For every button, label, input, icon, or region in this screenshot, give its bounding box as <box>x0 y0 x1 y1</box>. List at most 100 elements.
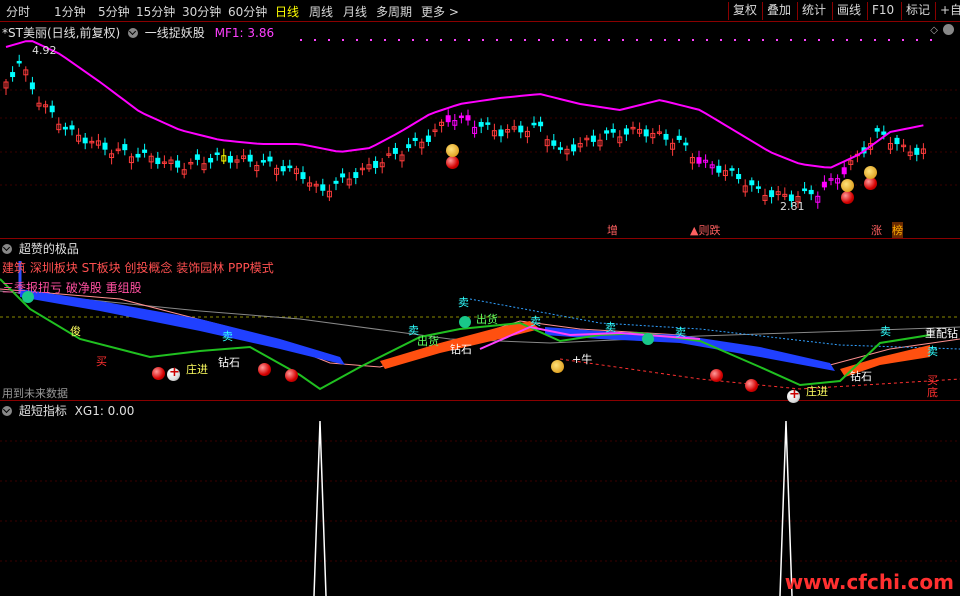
candle-body <box>894 137 900 145</box>
signal-sell: 卖 <box>222 330 233 343</box>
candle-body <box>194 154 200 160</box>
coin-icon <box>841 179 854 192</box>
signal-ball <box>258 363 271 376</box>
candle-body <box>10 72 16 78</box>
candle-body <box>122 144 128 151</box>
spike-line <box>313 420 327 596</box>
signal-niu: +牛 <box>572 353 593 366</box>
future-data-note: 用到未来数据 <box>2 387 68 400</box>
coin-icon <box>446 144 459 157</box>
draw-line-button[interactable]: 画线 <box>832 2 865 20</box>
dropdown-circle-icon[interactable] <box>2 244 12 254</box>
candle-body <box>227 155 233 163</box>
signal-chu: 出货 <box>417 335 439 348</box>
candle-body <box>874 128 880 132</box>
indicator-panel-jipin[interactable]: 超赞的极品 建筑 深圳板块 ST板块 创投概念 装饰园林 PPP模式 三季报扭亏… <box>0 239 960 403</box>
candle-body <box>485 122 491 125</box>
fuquan-button[interactable]: 复权 <box>728 2 761 20</box>
signal-stone: 钻石 <box>218 356 240 369</box>
tag-zeng: 增 <box>607 224 618 237</box>
candle-body <box>696 157 702 164</box>
dropdown-circle-icon[interactable] <box>127 28 138 38</box>
candle-body <box>881 131 887 135</box>
candle-body <box>373 160 379 168</box>
chevron-right-icon: > <box>448 5 459 19</box>
tab-multi-period[interactable]: 多周期 <box>376 3 412 20</box>
tab-30min[interactable]: 30分钟 <box>182 3 221 20</box>
dropdown-circle-icon[interactable] <box>2 406 12 416</box>
overlay-button[interactable]: 叠加 <box>762 2 795 20</box>
candle-body <box>538 121 544 127</box>
signal-ball <box>841 191 854 204</box>
candle-body <box>755 186 761 189</box>
indicator-panel-chaoduan[interactable]: 超短指标 XG1: 0.00 www.cfchi.com <box>0 401 960 596</box>
candle-body <box>551 140 557 146</box>
signal-ball <box>745 379 758 392</box>
tab-daily[interactable]: 日线 <box>275 3 299 20</box>
candle-body <box>841 167 847 175</box>
candle-body <box>663 133 669 140</box>
red-dashed <box>559 358 960 390</box>
concept-line: 建筑 深圳板块 ST板块 创投概念 装饰园林 PPP模式 <box>2 261 274 275</box>
signal-chu: 出货 <box>476 313 498 326</box>
jipin-title-row: 超赞的极品 <box>2 240 79 257</box>
candle-body <box>69 125 75 130</box>
candle-body <box>175 160 181 168</box>
candle-body <box>914 147 920 155</box>
settings-circle-icon[interactable] <box>943 24 954 35</box>
candle-body <box>406 144 412 149</box>
candle-body <box>623 128 629 135</box>
xg1-value: XG1: 0.00 <box>74 404 135 418</box>
tab-5min[interactable]: 5分钟 <box>98 3 130 20</box>
add-watchlist-button[interactable]: +自选 <box>935 2 960 20</box>
candle-body <box>736 174 742 180</box>
candle-body <box>412 137 418 141</box>
kline-panel[interactable]: *ST美丽(日线,前复权) 一线捉妖股 MF1: 3.86 ◇ 4.92 2.8… <box>0 22 960 239</box>
candle-body <box>280 166 286 172</box>
f10-button[interactable]: F10 <box>867 2 898 20</box>
candle-body <box>610 129 616 133</box>
tab-15min[interactable]: 15分钟 <box>136 3 175 20</box>
tab-more[interactable]: 更多 > <box>421 3 459 20</box>
tag-bang: 榜 <box>892 222 903 238</box>
tab-fenshi[interactable]: 分时 <box>6 3 30 20</box>
candle-body <box>16 60 22 64</box>
tab-60min[interactable]: 60分钟 <box>228 3 267 20</box>
candle-body <box>62 126 68 130</box>
coin-icon <box>864 166 877 179</box>
candle-body <box>590 135 596 142</box>
candle-body <box>300 172 306 180</box>
signal-chong: 重配钻 <box>925 327 958 340</box>
signal-sell: 卖 <box>530 315 541 328</box>
ma-line <box>5 40 924 169</box>
signal-ball <box>285 369 298 382</box>
gem-icon <box>459 316 471 328</box>
candle-body <box>155 157 161 165</box>
candle-body <box>49 105 55 113</box>
candle-body <box>287 165 293 169</box>
candle-body <box>571 144 577 152</box>
tab-weekly[interactable]: 周线 <box>309 3 333 20</box>
signal-stone: 钻石 <box>850 370 872 383</box>
diamond-icon[interactable]: ◇ <box>930 25 938 36</box>
candle-body <box>557 147 563 150</box>
signal-di: 底 <box>927 386 938 399</box>
candle-body <box>340 173 346 178</box>
low-price-label: 2.81 <box>780 200 805 213</box>
mark-button[interactable]: 标记 <box>901 2 934 20</box>
tab-1min[interactable]: 1分钟 <box>54 3 86 20</box>
candle-body <box>821 181 827 188</box>
indicator-name: 一线捉妖股 <box>144 26 205 40</box>
candle-body <box>425 135 431 142</box>
watermark: www.cfchi.com <box>784 570 954 594</box>
candle-body <box>749 180 755 186</box>
candle-body <box>769 190 775 198</box>
candle-body <box>102 142 108 150</box>
candle-body <box>465 115 471 121</box>
signal-ball <box>446 156 459 169</box>
kline-chart <box>0 39 960 209</box>
coin-icon <box>551 360 564 373</box>
tab-monthly[interactable]: 月线 <box>343 3 367 20</box>
chaoduan-title: 超短指标 <box>18 404 67 418</box>
stats-button[interactable]: 统计 <box>797 2 830 20</box>
